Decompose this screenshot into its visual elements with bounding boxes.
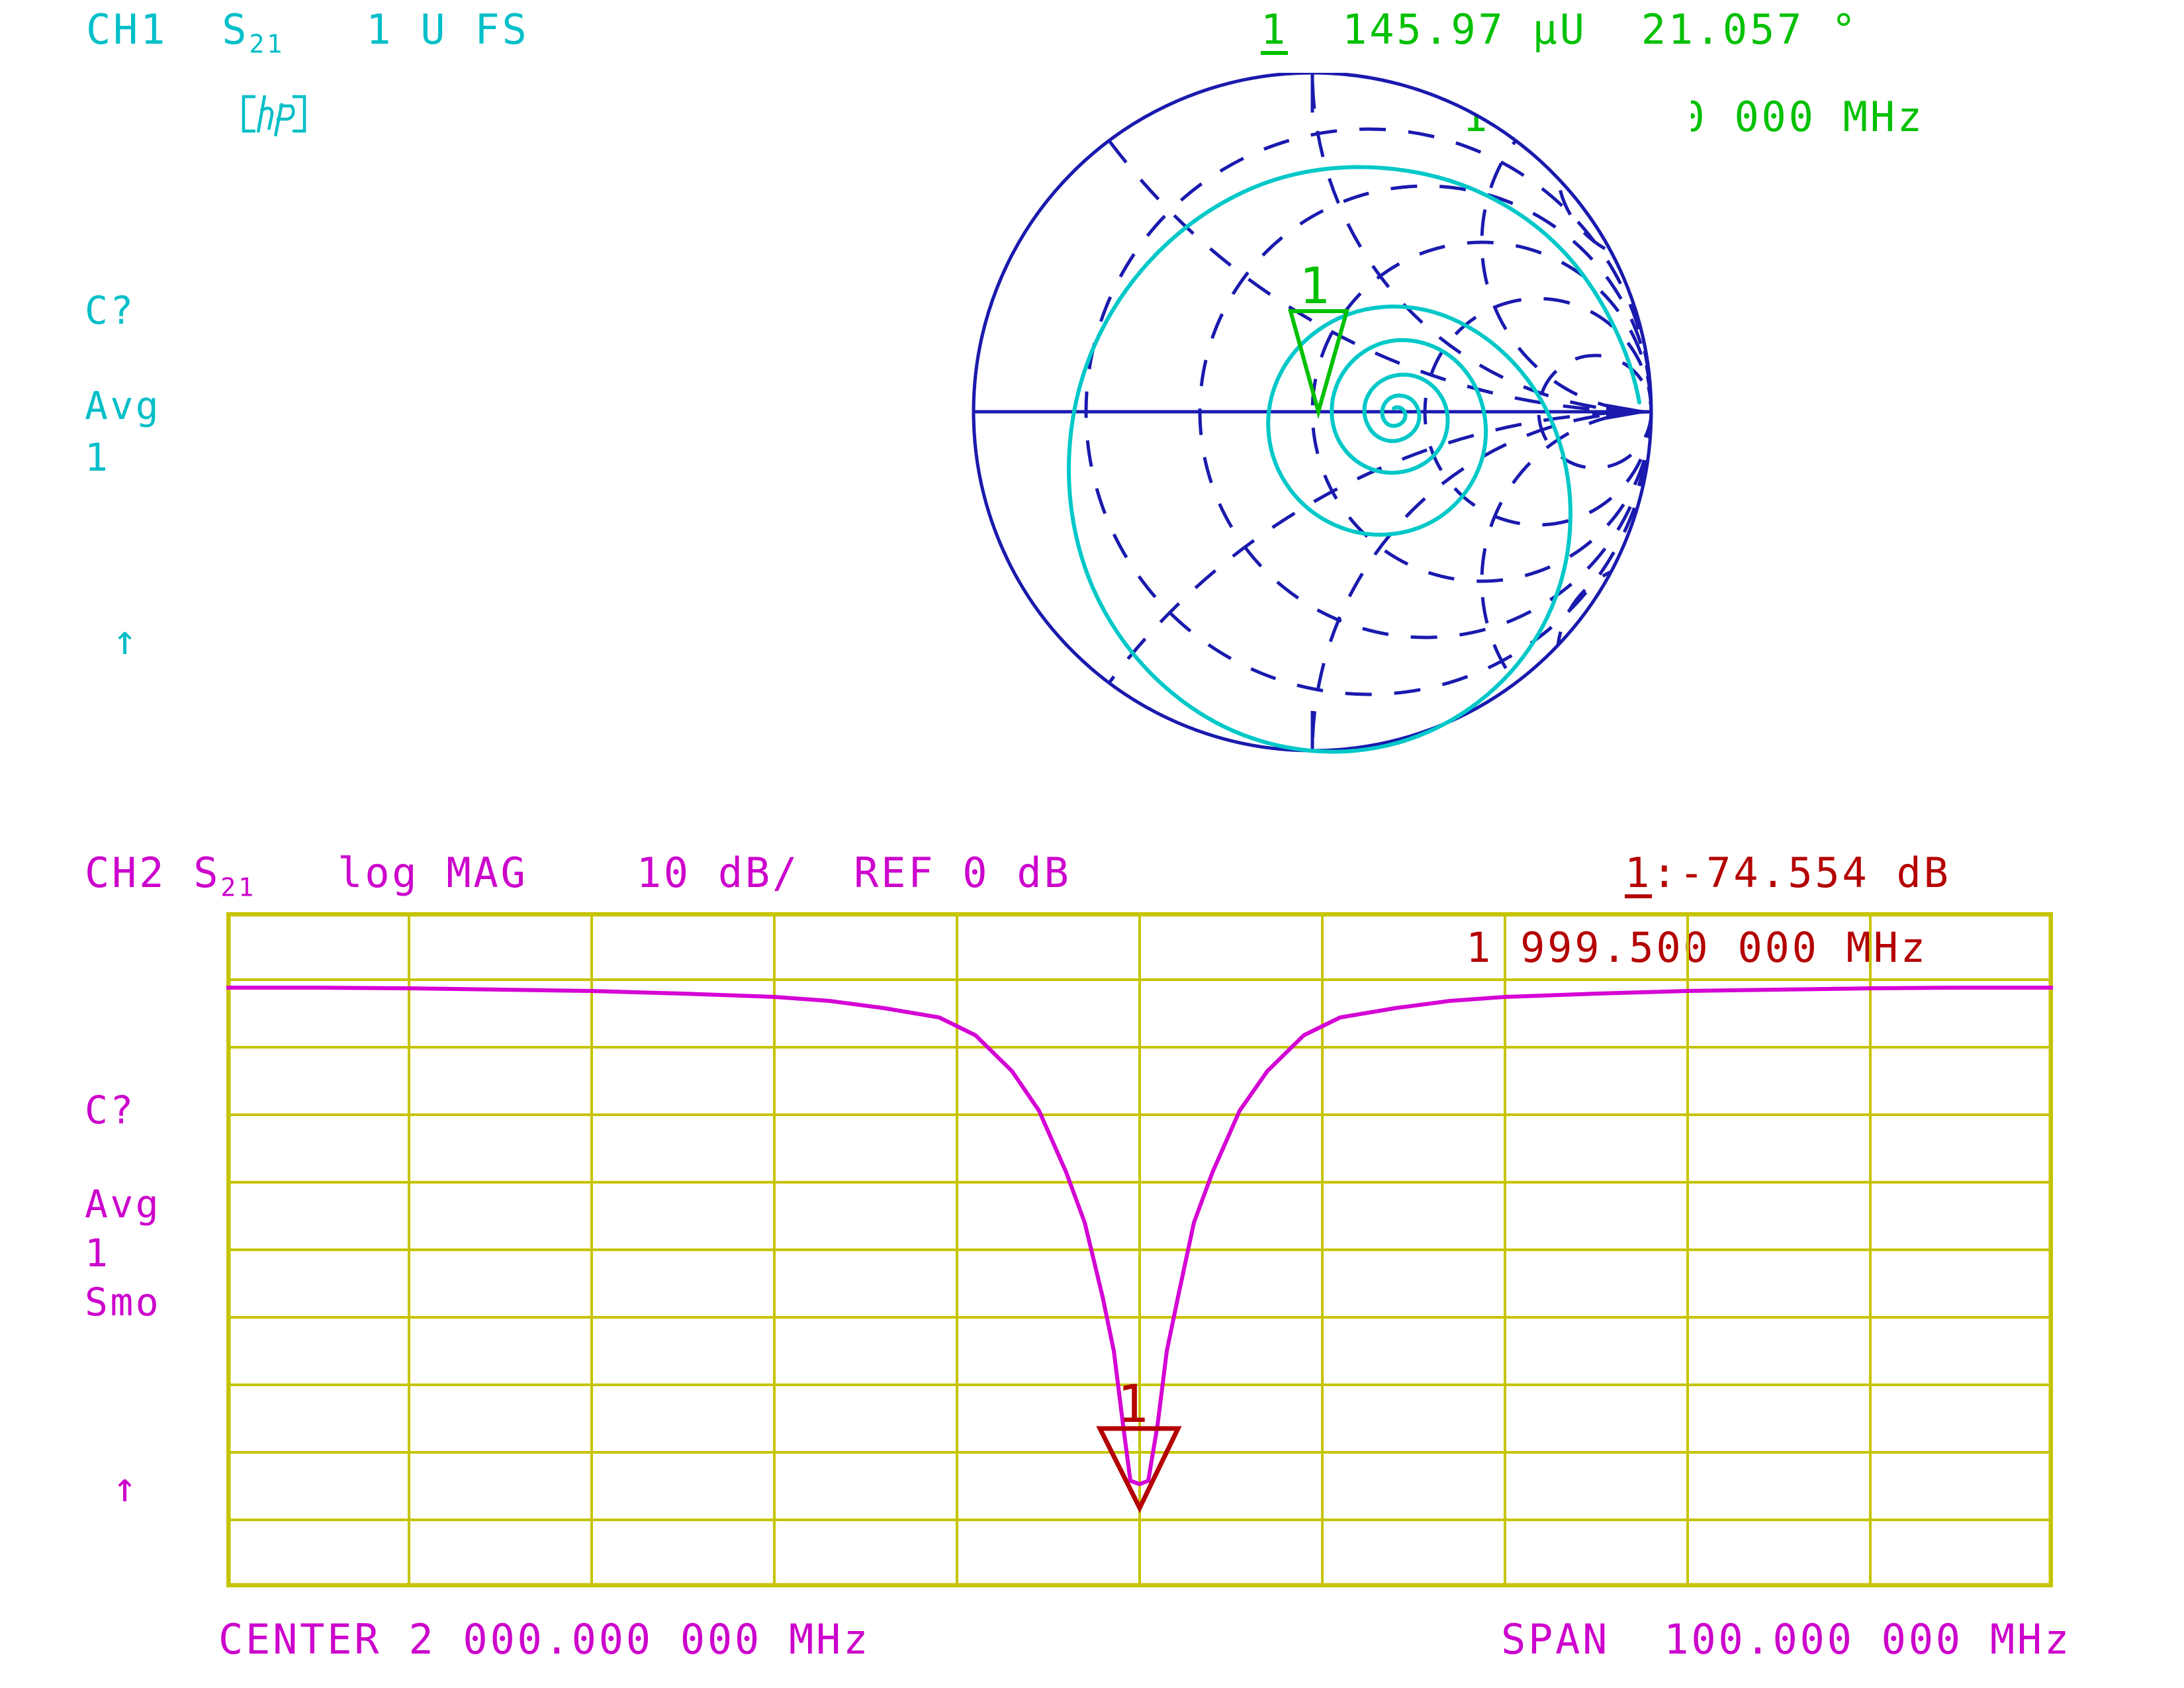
ch1-correction-label: C?	[85, 288, 136, 333]
logmag-axis-labels: CENTER 2 000.000 000 MHz SPAN 100.000 00…	[218, 1615, 2071, 1664]
ch1-parameter-sub: 21	[249, 29, 285, 60]
ch1-marker-phase-unit: °	[1831, 5, 1859, 54]
hp-logo-icon	[242, 95, 306, 136]
ch2-smoothing-label: Smo	[85, 1280, 161, 1325]
ch2-avg-count: 1	[85, 1231, 111, 1276]
ch2-correction-label: C?	[85, 1088, 136, 1133]
ch1-parameter: S	[222, 5, 250, 54]
ch1-marker-phase: 21.057	[1641, 5, 1805, 54]
ch1-marker-number: 1	[1261, 5, 1289, 54]
logmag-plot[interactable]: 1	[226, 912, 2053, 1587]
ch2-marker-value-db: -74.554	[1679, 849, 1870, 897]
center-frequency-label: CENTER 2 000.000 000 MHz	[218, 1615, 871, 1664]
ch2-parameter: S	[193, 849, 221, 897]
ch2-avg-label: Avg	[85, 1182, 161, 1227]
ch1-avg-label: Avg	[85, 383, 161, 428]
ch2-format: log MAG	[338, 849, 528, 897]
ch2-parameter-sub: 21	[220, 872, 256, 903]
ch2-scale: 10 dB/	[636, 849, 799, 897]
ch1-marker-magnitude: 145.97	[1342, 5, 1506, 54]
ch2-sweep-arrow-icon: ↑	[113, 1463, 140, 1511]
ch2-reference: REF 0 dB	[854, 849, 1071, 897]
ch1-avg-count: 1	[85, 435, 111, 480]
ch1-marker-magnitude-unit: μU	[1532, 5, 1587, 54]
ch1-sweep-arrow-icon: ↑	[113, 616, 140, 664]
ch2-marker-value: :	[1652, 849, 1680, 897]
span-label: SPAN 100.000 000 MHz	[1501, 1615, 2071, 1664]
ch1-marker-chart-label: 1	[1299, 256, 1330, 315]
ch2-side-annotations: C? Avg 1 Smo	[85, 1086, 161, 1327]
ch1-side-annotations: C? Avg 1	[85, 285, 161, 483]
ch1-label: CH1	[86, 5, 168, 54]
ch2-label: CH2	[85, 849, 167, 897]
ch2-marker-number: 1	[1625, 849, 1653, 897]
ch1-marker-readout: 1 145.97 μU 21.057 °	[1261, 5, 1858, 54]
ch1-format: 1 U FS	[366, 5, 529, 54]
smith-chart[interactable]: 1	[963, 73, 1691, 801]
ch2-header: CH2 S21 log MAG 10 dB/ REF 0 dB	[85, 849, 1071, 902]
ch2-marker-chart-label: 1	[1117, 1375, 1148, 1434]
ch1-header: CH1 S21 1 U FS	[86, 5, 529, 59]
ch2-marker-readout: 1:-74.554 dB	[1625, 849, 1951, 897]
